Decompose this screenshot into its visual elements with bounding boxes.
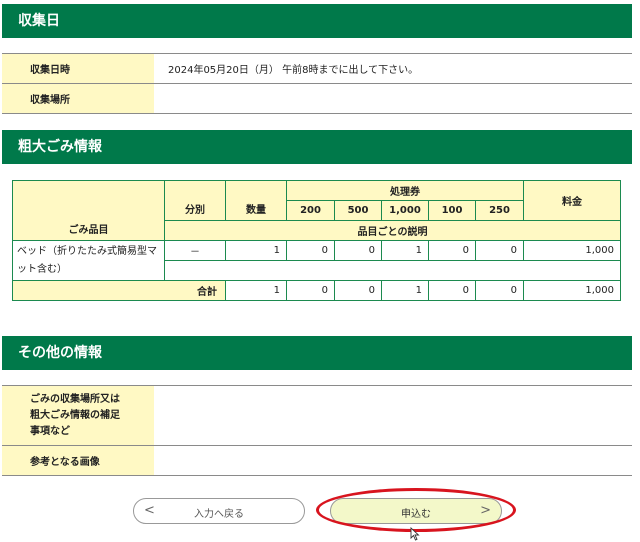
- other-info-table: ごみの収集場所又は粗大ごみ情報の補足事項など 参考となる画像: [2, 385, 632, 476]
- collection-datetime-label: 収集日時: [2, 53, 154, 84]
- back-to-input-button[interactable]: < 入力へ戻る: [133, 498, 305, 524]
- collection-datetime-value: 2024年05月20日（月） 午前8時までに出して下さい。: [154, 53, 632, 84]
- other-section-header: その他の情報: [2, 336, 632, 370]
- ticket-type-250: 250: [474, 200, 525, 221]
- row-ticket-500: 0: [334, 240, 382, 261]
- total-ticket-500: 0: [334, 280, 382, 301]
- column-header-category: 分別: [164, 180, 226, 221]
- total-row: 合計 1 0 0 1 0 0 1,000: [12, 280, 622, 301]
- collection-place-label: 収集場所: [2, 83, 154, 114]
- chevron-right-icon: >: [480, 503, 491, 518]
- row-fee: 1,000: [523, 240, 622, 261]
- back-button-label: 入力へ戻る: [194, 509, 244, 520]
- ticket-type-500: 500: [334, 200, 382, 221]
- row-quantity: 1: [225, 240, 287, 261]
- total-label: 合計: [12, 280, 226, 301]
- apply-button-label: 申込む: [401, 509, 431, 520]
- column-header-description: 品目ごとの説明: [163, 220, 622, 241]
- row-ticket-200: 0: [286, 240, 335, 261]
- collection-place-row: 収集場所: [2, 83, 632, 114]
- column-header-item: ごみ品目: [12, 180, 165, 241]
- collection-place-value: [154, 83, 632, 114]
- total-ticket-100: 0: [428, 280, 476, 301]
- bulky-garbage-table: ごみ品目 分別 数量 処理券 料金 200 500 1,000 100 250 …: [12, 180, 622, 301]
- total-ticket-200: 0: [286, 280, 335, 301]
- collection-section-header: 収集日: [2, 4, 632, 38]
- row-category: －: [164, 240, 226, 261]
- ticket-type-1000: 1,000: [381, 200, 429, 221]
- column-header-fee: 料金: [523, 180, 622, 221]
- mouse-cursor-icon: [410, 527, 420, 541]
- row-item-name: ベッド（折りたたみ式簡易型マット含む）: [12, 240, 165, 281]
- collection-info-table: 収集日時 2024年05月20日（月） 午前8時までに出して下さい。 収集場所: [2, 53, 632, 114]
- row-description: [163, 260, 622, 281]
- total-ticket-250: 0: [474, 280, 525, 301]
- other-image-value: [154, 445, 632, 476]
- collection-datetime-row: 収集日時 2024年05月20日（月） 午前8時までに出して下さい。: [2, 53, 632, 84]
- other-image-label: 参考となる画像: [2, 445, 154, 476]
- ticket-type-200: 200: [286, 200, 335, 221]
- row-ticket-250: 0: [474, 240, 525, 261]
- other-image-row: 参考となる画像: [2, 445, 632, 476]
- apply-button[interactable]: 申込む >: [330, 498, 502, 524]
- table-row: ベッド（折りたたみ式簡易型マット含む） － 1 0 0 1 0 0 1,000: [12, 240, 622, 281]
- ticket-type-100: 100: [428, 200, 476, 221]
- row-ticket-100: 0: [428, 240, 476, 261]
- other-notes-row: ごみの収集場所又は粗大ごみ情報の補足事項など: [2, 385, 632, 446]
- column-header-quantity: 数量: [225, 180, 287, 221]
- other-notes-label: ごみの収集場所又は粗大ごみ情報の補足事項など: [2, 385, 154, 446]
- other-notes-value: [154, 385, 632, 446]
- total-fee: 1,000: [523, 280, 622, 301]
- total-quantity: 1: [225, 280, 287, 301]
- column-header-tickets: 処理券: [285, 180, 525, 201]
- row-ticket-1000: 1: [381, 240, 429, 261]
- total-ticket-1000: 1: [381, 280, 429, 301]
- bulky-section-header: 粗大ごみ情報: [2, 130, 632, 164]
